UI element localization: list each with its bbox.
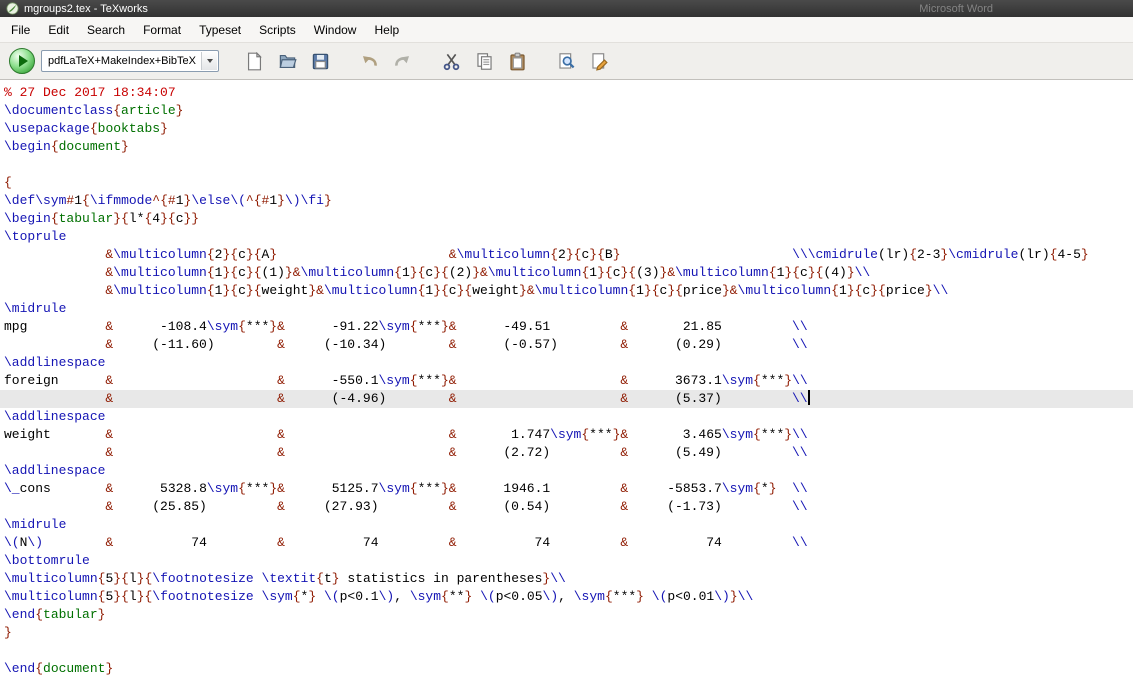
paste-button[interactable]: [504, 48, 530, 74]
new-document-icon: [245, 52, 264, 71]
code-line-32[interactable]: [4, 642, 1133, 660]
code-line-22[interactable]: \addlinespace: [4, 462, 1133, 480]
code-line-23[interactable]: \_cons & 5328.8\sym{***}& 5125.7\sym{***…: [4, 480, 1133, 498]
code-line-13[interactable]: \midrule: [4, 300, 1133, 318]
menu-item-window[interactable]: Window: [305, 19, 366, 41]
redo-button[interactable]: [389, 48, 415, 74]
menu-item-typeset[interactable]: Typeset: [190, 19, 250, 41]
code-line-1[interactable]: % 27 Dec 2017 18:34:07: [4, 84, 1133, 102]
code-line-14[interactable]: mpg & -108.4\sym{***}& -91.22\sym{***}& …: [4, 318, 1133, 336]
code-line-10[interactable]: &\multicolumn{2}{c}{A} &\multicolumn{2}{…: [4, 246, 1133, 264]
find-button[interactable]: [553, 48, 579, 74]
menu-item-format[interactable]: Format: [134, 19, 190, 41]
chevron-down-icon[interactable]: [201, 52, 217, 70]
toolbar: pdfLaTeX+MakeIndex+BibTeX: [0, 43, 1133, 80]
code-line-12[interactable]: &\multicolumn{1}{c}{weight}&\multicolumn…: [4, 282, 1133, 300]
code-line-4[interactable]: \begin{document}: [4, 138, 1133, 156]
replace-button[interactable]: [586, 48, 612, 74]
code-line-16[interactable]: \addlinespace: [4, 354, 1133, 372]
code-line-30[interactable]: \end{tabular}: [4, 606, 1133, 624]
code-line-29[interactable]: \multicolumn{5}{l}{\footnotesize \sym{*}…: [4, 588, 1133, 606]
editor[interactable]: % 27 Dec 2017 18:34:07\documentclass{art…: [0, 80, 1133, 688]
code-line-25[interactable]: \midrule: [4, 516, 1133, 534]
toolbar-separator: [340, 61, 349, 62]
undo-button[interactable]: [356, 48, 382, 74]
code-line-19[interactable]: \addlinespace: [4, 408, 1133, 426]
code-line-6[interactable]: {: [4, 174, 1133, 192]
code-line-8[interactable]: \begin{tabular}{l*{4}{c}}: [4, 210, 1133, 228]
typeset-format-dropdown[interactable]: pdfLaTeX+MakeIndex+BibTeX: [41, 50, 219, 72]
save-icon: [311, 52, 330, 71]
window-title: mgroups2.tex - TeXworks: [24, 3, 148, 15]
toolbar-gap: [225, 61, 235, 62]
code-line-21[interactable]: & & & (2.72) & (5.49) \\: [4, 444, 1133, 462]
cut-icon: [442, 52, 461, 71]
texworks-window: mgroups2.tex - TeXworks Microsoft Word F…: [0, 0, 1133, 688]
paste-icon: [508, 52, 527, 71]
code-line-17[interactable]: foreign & & -550.1\sym{***}& & 3673.1\sy…: [4, 372, 1133, 390]
undo-icon: [360, 52, 379, 71]
menu-item-scripts[interactable]: Scripts: [250, 19, 305, 41]
cut-button[interactable]: [438, 48, 464, 74]
play-icon: [19, 55, 28, 67]
code-line-15[interactable]: & (-11.60) & (-10.34) & (-0.57) & (0.29)…: [4, 336, 1133, 354]
toolbar-separator: [537, 61, 546, 62]
code-line-9[interactable]: \toprule: [4, 228, 1133, 246]
copy-icon: [475, 52, 494, 71]
code-line-7[interactable]: \def\sym#1{\ifmmode^{#1}\else\(^{#1}\)\f…: [4, 192, 1133, 210]
text-caret: [808, 390, 810, 405]
new-document-button[interactable]: [241, 48, 267, 74]
toolbar-buttons: [241, 48, 612, 74]
menu-item-edit[interactable]: Edit: [39, 19, 78, 41]
find-icon: [557, 52, 576, 71]
open-button[interactable]: [274, 48, 300, 74]
texworks-app-icon: [6, 2, 19, 15]
titlebar[interactable]: mgroups2.tex - TeXworks Microsoft Word: [0, 0, 1133, 17]
code-line-24[interactable]: & (25.85) & (27.93) & (0.54) & (-1.73) \…: [4, 498, 1133, 516]
code-line-18[interactable]: & & (-4.96) & & (5.37) \\: [0, 390, 1133, 408]
typeset-run-button[interactable]: [9, 48, 35, 74]
code-line-31[interactable]: }: [4, 624, 1133, 642]
menubar: FileEditSearchFormatTypesetScriptsWindow…: [0, 17, 1133, 43]
background-window-title: Microsoft Word: [919, 3, 993, 15]
menu-item-help[interactable]: Help: [365, 19, 408, 41]
code-line-26[interactable]: \(N\) & 74 & 74 & 74 & 74 \\: [4, 534, 1133, 552]
copy-button[interactable]: [471, 48, 497, 74]
code-line-28[interactable]: \multicolumn{5}{l}{\footnotesize \textit…: [4, 570, 1133, 588]
code-line-33[interactable]: \end{document}: [4, 660, 1133, 678]
menu-item-file[interactable]: File: [2, 19, 39, 41]
menu-item-search[interactable]: Search: [78, 19, 134, 41]
redo-icon: [393, 52, 412, 71]
save-button[interactable]: [307, 48, 333, 74]
typeset-format-value: pdfLaTeX+MakeIndex+BibTeX: [48, 55, 196, 67]
code-line-3[interactable]: \usepackage{booktabs}: [4, 120, 1133, 138]
code-line-11[interactable]: &\multicolumn{1}{c}{(1)}&\multicolumn{1}…: [4, 264, 1133, 282]
code-line-20[interactable]: weight & & & 1.747\sym{***}& 3.465\sym{*…: [4, 426, 1133, 444]
code-line-5[interactable]: [4, 156, 1133, 174]
code-line-27[interactable]: \bottomrule: [4, 552, 1133, 570]
replace-icon: [590, 52, 609, 71]
open-folder-icon: [278, 52, 297, 71]
code-line-2[interactable]: \documentclass{article}: [4, 102, 1133, 120]
toolbar-separator: [422, 61, 431, 62]
